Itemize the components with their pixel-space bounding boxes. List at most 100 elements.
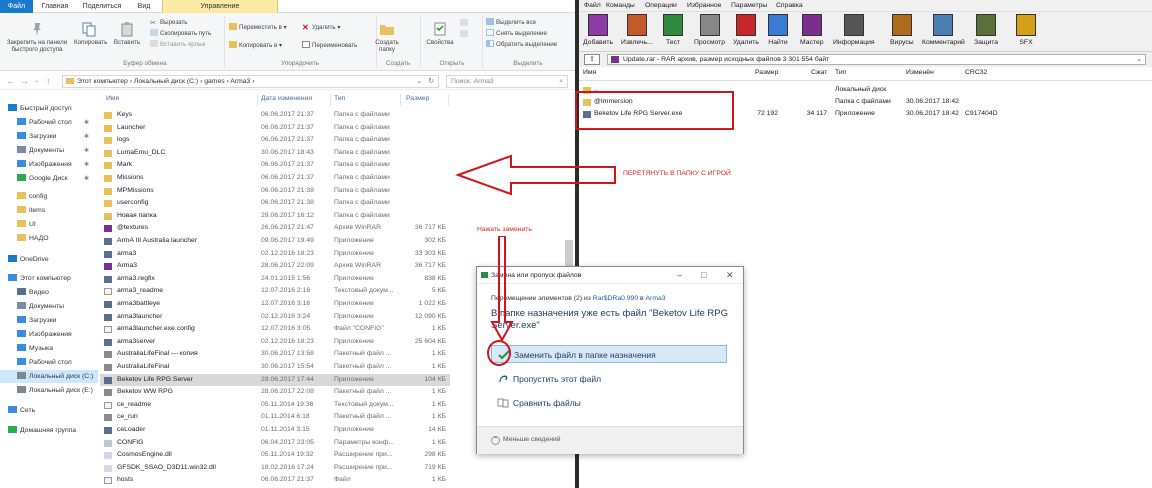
archive-path-field[interactable]: Update.rar - RAR архив, размер исходных … [607, 54, 1146, 65]
file-row[interactable]: Launcher 06.06.2017 21:37 Папка с файлами [100, 122, 450, 135]
edit-button[interactable] [460, 30, 470, 40]
menu-favorites[interactable]: Избранное [687, 2, 721, 9]
file-row[interactable]: AustraliaLifeFinal 30.06.2017 15:54 Пакетн… [100, 361, 450, 374]
file-row[interactable]: Arma3 28.06.2017 22:09 Архив WinRAR 36 717 … [100, 260, 450, 273]
paste-button[interactable]: Вставить [112, 21, 142, 46]
menu-options[interactable]: Параметры [731, 2, 767, 9]
column-separator[interactable] [257, 94, 258, 106]
file-row[interactable]: ceLoader 01.11.2014 3:15 Приложение 14 КБ [100, 424, 450, 437]
file-row[interactable]: arma3.regfix 24.01.2015 1:56 Приложение 838… [100, 273, 450, 286]
toolbar-button[interactable]: Добавить [583, 14, 613, 47]
move-to-button[interactable]: Переместить в ▾ [229, 23, 287, 33]
file-row[interactable]: CosmosEngine.dll 05.11.2014 19:32 Расширен… [100, 449, 450, 462]
nav-item[interactable]: Документы [0, 300, 98, 313]
file-row[interactable]: ce_run 01.11.2014 6:18 Пакетный файл ... 1 … [100, 411, 450, 424]
toolbar-button[interactable]: Удалить [733, 14, 759, 47]
nav-item[interactable]: items [0, 204, 98, 217]
winrar-column-size[interactable]: Размер [755, 69, 778, 76]
toolbar-button[interactable]: Извлечь... [621, 14, 653, 47]
menu-file[interactable]: Файл [584, 2, 601, 9]
back-arrow-icon[interactable]: ← [6, 75, 15, 87]
file-row[interactable]: logs 06.06.2017 21:37 Папка с файлами [100, 134, 450, 147]
invert-selection-button[interactable]: Обратить выделение [486, 40, 557, 50]
file-row[interactable]: Beketov WW RPG 28.06.2017 22:08 Пакетный ф… [100, 386, 450, 399]
new-folder-button[interactable]: Создать папку [372, 21, 402, 53]
nav-item[interactable]: НАДО [0, 232, 98, 245]
file-row[interactable]: arma3server 02.12.2016 18:23 Приложение 25 … [100, 336, 450, 349]
rename-button[interactable]: Переименовать [302, 41, 357, 51]
pin-quick-access-button[interactable]: Закрепить на панели быстрого доступа [2, 21, 72, 53]
nav-item[interactable]: Локальный диск (E:) [0, 384, 98, 397]
column-type[interactable]: Тип [334, 95, 345, 102]
skip-file-option[interactable]: Пропустить этот файл [491, 370, 727, 388]
nav-item[interactable]: Видео [0, 286, 98, 299]
select-all-button[interactable]: Выделить все [486, 18, 536, 28]
file-row[interactable]: arma3launcher 02.12.2016 3:24 Приложение 12… [100, 311, 450, 324]
file-row[interactable]: @textures 26.06.2017 21:47 Архив WinRAR 36 … [100, 222, 450, 235]
toolbar-button[interactable]: Информация [833, 14, 875, 47]
copy-to-button[interactable]: Копировать в ▾ [229, 41, 282, 51]
nav-item[interactable]: Домашняя группа [0, 424, 98, 437]
menu-operations[interactable]: Операции [645, 2, 677, 9]
chevron-down-icon[interactable]: ⌄ [416, 76, 422, 87]
column-separator[interactable] [448, 94, 449, 106]
copy-path-button[interactable]: Скопировать путь [150, 29, 211, 39]
compare-files-option[interactable]: Сравнить файлы [491, 394, 727, 412]
tab-view[interactable]: Вид [130, 0, 158, 13]
minimize-icon[interactable]: – [677, 270, 682, 280]
file-row[interactable]: Mark 06.06.2017 21:37 Папка с файлами [100, 159, 450, 172]
file-row[interactable]: arma3 02.12.2016 18:23 Приложение 33 303 КБ [100, 248, 450, 261]
file-row[interactable]: arma3_readme 12.07.2016 2:16 Текстовый док… [100, 285, 450, 298]
paste-shortcut-button[interactable]: Вставить ярлык [150, 40, 205, 50]
file-row[interactable]: LumaEmu_DLC 30.06.2017 18:43 Папка с файла… [100, 147, 450, 160]
open-button[interactable] [460, 19, 470, 29]
winrar-column-packed[interactable]: Сжат [811, 69, 827, 76]
toolbar-button[interactable]: Найти [768, 14, 788, 47]
tab-share[interactable]: Поделиться [78, 0, 126, 13]
refresh-icon[interactable]: ↻ [428, 76, 434, 87]
file-row[interactable]: AustraliaLifeFinal — копия 30.06.2017 13:… [100, 348, 450, 361]
file-row[interactable]: GFSDK_SSAO_D3D11.win32.dll 18.02.2016 17:… [100, 462, 450, 475]
file-row[interactable]: MPMissions 06.06.2017 21:38 Папка с файлам… [100, 185, 450, 198]
recent-chevron-icon[interactable]: ⌄ [34, 75, 39, 87]
menu-help[interactable]: Справка [776, 2, 803, 9]
file-row[interactable]: Keys 06.06.2017 21:37 Папка с файлами [100, 109, 450, 122]
toolbar-button[interactable]: Защита [974, 14, 998, 47]
nav-item[interactable]: OneDrive [0, 253, 98, 266]
source-link[interactable]: Rar$DRa0.990 [593, 295, 638, 302]
chevron-down-icon[interactable]: ⌄ [1136, 55, 1142, 64]
tab-home[interactable]: Главная [35, 0, 75, 13]
path-input[interactable]: Этот компьютер › Локальный диск (C:) › g… [62, 75, 439, 88]
file-row[interactable]: userconfig 06.06.2017 21:38 Папка с файлам… [100, 197, 450, 210]
copy-button[interactable]: Копировать [74, 21, 107, 46]
toolbar-button[interactable]: Комментарий [922, 14, 965, 47]
nav-item[interactable]: Быстрый доступ [0, 102, 98, 115]
replace-file-option[interactable]: Заменить файл в папке назначения [491, 345, 727, 363]
nav-item[interactable]: Этот компьютер [0, 272, 98, 285]
fewer-details-button[interactable]: ⌃ Меньше сведений [491, 436, 561, 445]
toolbar-button[interactable]: Мастер [800, 14, 824, 47]
forward-arrow-icon[interactable]: → [20, 75, 29, 87]
file-row[interactable]: arma3launcher.exe.config 12.07.2016 3:05 Ф… [100, 323, 450, 336]
tab-file[interactable]: Файл [0, 0, 33, 13]
file-row[interactable]: ArmA III Australia launcher 09.06.2017 19… [100, 235, 450, 248]
menu-commands[interactable]: Команды [606, 2, 635, 9]
winrar-column-name[interactable]: Имя [583, 69, 596, 76]
properties-button[interactable]: Свойства [424, 21, 456, 46]
tab-manage[interactable]: Управление [162, 0, 278, 13]
file-row[interactable]: ce_readme 05.11.2014 19:36 Текстовый докум… [100, 399, 450, 412]
destination-link[interactable]: Arma3 [646, 295, 666, 302]
file-row[interactable]: Новая папка 29.06.2017 16:12 Папка с файла… [100, 210, 450, 223]
nav-item[interactable]: Изображения [0, 328, 98, 341]
file-row[interactable]: Missions 06.06.2017 21:37 Папка с файлами [100, 172, 450, 185]
toolbar-button[interactable]: SFX [1016, 14, 1036, 47]
column-size[interactable]: Размер [406, 95, 429, 102]
winrar-column-crc[interactable]: CRC32 [965, 69, 987, 76]
nav-item[interactable]: Рабочий стол [0, 356, 98, 369]
nav-item[interactable]: Загрузки [0, 314, 98, 327]
nav-item[interactable]: Локальный диск (C:) [0, 370, 98, 383]
delete-button[interactable]: ✕ Удалить ▾ [302, 23, 340, 33]
column-separator[interactable] [330, 94, 331, 106]
up-arrow-icon[interactable]: ↑ [46, 75, 51, 87]
search-input[interactable]: Поиск: Arma3 ⌕ [446, 75, 568, 88]
